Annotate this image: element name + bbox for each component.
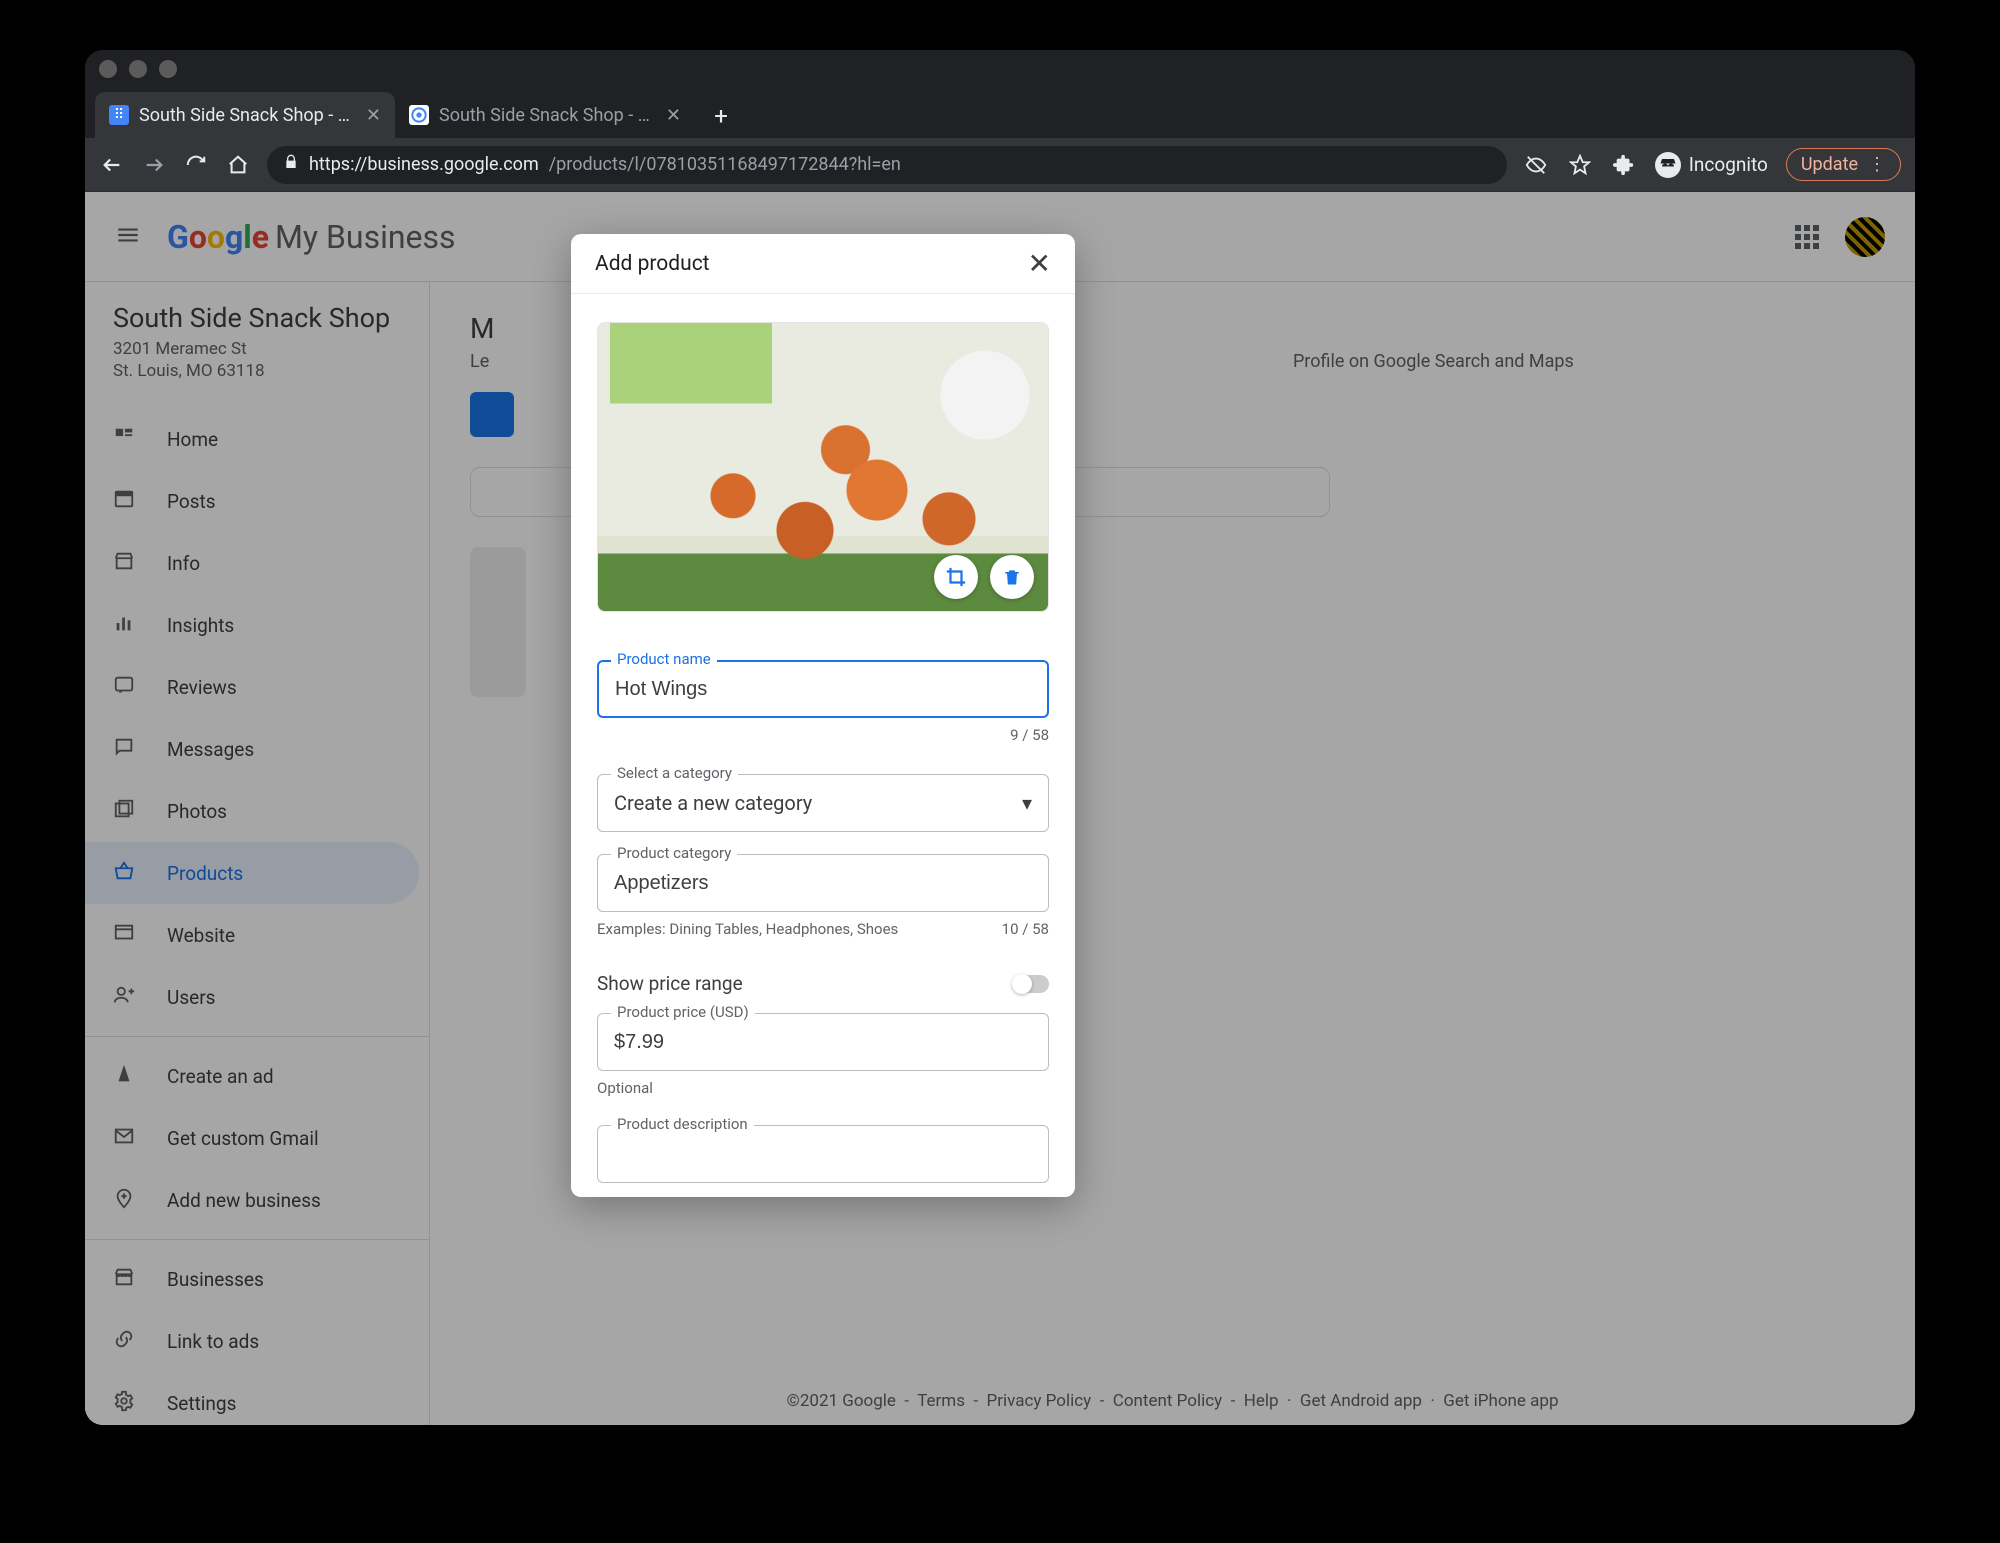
close-icon[interactable]: ✕ xyxy=(1028,247,1051,280)
delete-photo-button[interactable] xyxy=(990,555,1034,599)
dialog-body[interactable]: Product name 9 / 58 Select a category Cr… xyxy=(571,294,1075,1197)
category-select[interactable]: Create a new category ▾ xyxy=(597,774,1049,832)
close-tab-icon[interactable]: ✕ xyxy=(666,105,681,126)
category-select-label: Select a category xyxy=(611,764,738,782)
forward-button[interactable] xyxy=(141,152,167,178)
category-counter: 10 / 58 xyxy=(1002,920,1049,938)
price-optional: Optional xyxy=(597,1079,1049,1097)
zoom-window-icon[interactable] xyxy=(159,60,177,78)
category-examples: Examples: Dining Tables, Headphones, Sho… xyxy=(597,920,898,938)
minimize-window-icon[interactable] xyxy=(129,60,147,78)
update-button[interactable]: Update ⋮ xyxy=(1786,148,1901,181)
close-window-icon[interactable] xyxy=(99,60,117,78)
incognito-label: Incognito xyxy=(1689,153,1768,176)
tab-strip: ⠿ South Side Snack Shop - Produ ✕ South … xyxy=(85,88,1915,138)
price-range-toggle[interactable] xyxy=(1013,975,1049,993)
page-content: Google My Business South Side Snack Shop… xyxy=(85,192,1915,1425)
price-range-label: Show price range xyxy=(597,972,743,995)
price-label: Product price (USD) xyxy=(611,1003,755,1021)
favicon-icon xyxy=(409,105,429,125)
back-button[interactable] xyxy=(99,152,125,178)
tab-label: South Side Snack Shop - Produ xyxy=(139,105,356,126)
product-category-input[interactable] xyxy=(597,854,1049,912)
update-label: Update xyxy=(1801,154,1858,175)
url-path: /products/l/07810351168497172844?hl=en xyxy=(549,154,901,175)
browser-toolbar: https://business.google.com/products/l/0… xyxy=(85,138,1915,192)
url-host: https://business.google.com xyxy=(309,154,539,175)
home-button[interactable] xyxy=(225,152,251,178)
browser-tab[interactable]: South Side Snack Shop - Goog ✕ xyxy=(395,92,695,138)
toolbar-right: Incognito Update ⋮ xyxy=(1523,148,1901,181)
product-photo xyxy=(597,322,1049,612)
kebab-icon: ⋮ xyxy=(1868,154,1886,175)
lock-icon xyxy=(283,154,299,175)
product-category-field: Product category xyxy=(597,854,1049,912)
extensions-icon[interactable] xyxy=(1611,152,1637,178)
dialog-header: Add product ✕ xyxy=(571,234,1075,294)
new-tab-button[interactable]: + xyxy=(707,102,735,130)
address-bar[interactable]: https://business.google.com/products/l/0… xyxy=(267,146,1507,184)
favicon-icon: ⠿ xyxy=(109,105,129,125)
category-select-value: Create a new category xyxy=(614,791,812,815)
traffic-lights xyxy=(99,60,177,78)
price-range-row: Show price range xyxy=(597,972,1049,995)
product-name-label: Product name xyxy=(611,650,717,668)
star-icon[interactable] xyxy=(1567,152,1593,178)
browser-window: ⠿ South Side Snack Shop - Produ ✕ South … xyxy=(85,50,1915,1425)
tab-label: South Side Snack Shop - Goog xyxy=(439,105,656,126)
product-category-label: Product category xyxy=(611,844,737,862)
product-category-helper: Examples: Dining Tables, Headphones, Sho… xyxy=(597,920,1049,938)
incognito-indicator[interactable]: Incognito xyxy=(1655,152,1768,178)
product-name-input[interactable] xyxy=(597,660,1049,718)
incognito-icon xyxy=(1655,152,1681,178)
product-name-field: Product name xyxy=(597,660,1049,718)
price-input[interactable] xyxy=(597,1013,1049,1071)
description-label: Product description xyxy=(611,1115,754,1133)
add-product-dialog: Add product ✕ Product name 9 / 58 Selec xyxy=(571,234,1075,1197)
eye-off-icon[interactable] xyxy=(1523,152,1549,178)
product-name-counter: 9 / 58 xyxy=(597,726,1049,744)
macos-titlebar xyxy=(85,50,1915,88)
category-select-field: Select a category Create a new category … xyxy=(597,774,1049,832)
reload-button[interactable] xyxy=(183,152,209,178)
crop-photo-button[interactable] xyxy=(934,555,978,599)
chevron-down-icon: ▾ xyxy=(1022,791,1032,815)
description-field: Product description xyxy=(597,1125,1049,1183)
browser-tab-active[interactable]: ⠿ South Side Snack Shop - Produ ✕ xyxy=(95,92,395,138)
price-field: Product price (USD) xyxy=(597,1013,1049,1071)
dialog-title: Add product xyxy=(595,252,710,276)
description-input[interactable] xyxy=(597,1125,1049,1183)
close-tab-icon[interactable]: ✕ xyxy=(366,105,381,126)
